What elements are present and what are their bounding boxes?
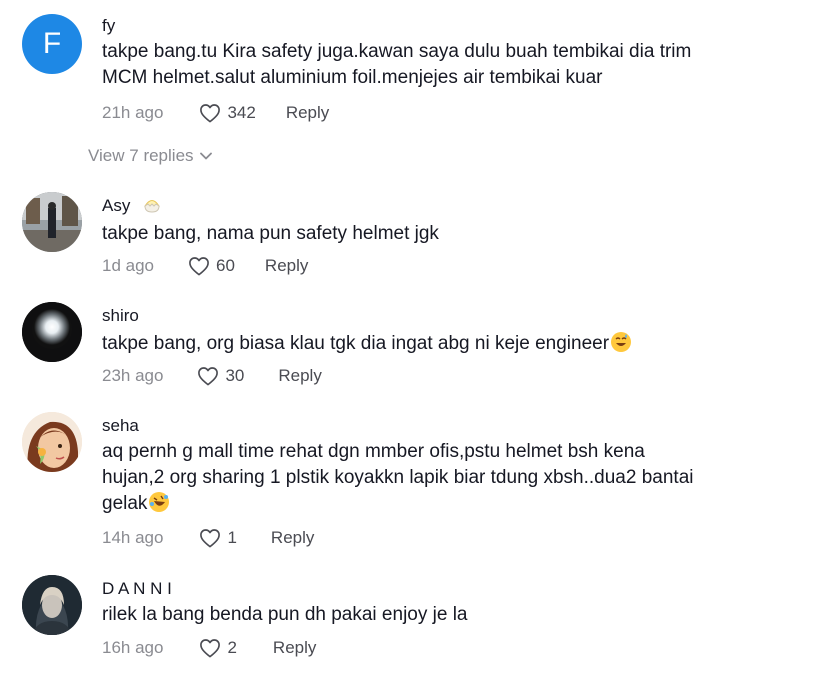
comment-item: seha aq pernh g mall time rehat dgn mmbe…	[0, 400, 822, 550]
comment-text-content: takpe bang, org biasa klau tgk dia ingat…	[102, 333, 610, 354]
avatar-portrait-icon	[22, 575, 82, 635]
comment-username[interactable]: fy	[102, 16, 115, 36]
reply-button[interactable]: Reply	[265, 256, 308, 276]
comment-text: takpe bang.tu Kira safety juga.kawan say…	[102, 41, 692, 88]
reply-button[interactable]: Reply	[278, 366, 321, 386]
rolling-laughing-emoji-icon	[149, 492, 170, 512]
like-count: 30	[225, 366, 245, 385]
comment-timestamp: 14h ago	[102, 528, 164, 547]
reply-button[interactable]: Reply	[271, 528, 314, 548]
like-button[interactable]: 60	[188, 256, 235, 276]
like-button[interactable]: 30	[197, 366, 244, 386]
heart-outline-icon	[200, 104, 221, 123]
comment-item: F fy takpe bang.tu Kira safety juga.kawa…	[0, 0, 822, 140]
comment-meta: 23h ago 30 Reply	[102, 364, 322, 388]
comment-item: D A N N I rilek la bang benda pun dh pak…	[0, 563, 822, 673]
reply-button[interactable]: Reply	[286, 103, 329, 123]
like-button[interactable]: 342	[199, 103, 256, 123]
avatar[interactable]	[22, 192, 82, 252]
sweat-smile-emoji-icon	[611, 332, 632, 352]
avatar[interactable]	[22, 302, 82, 362]
avatar-cartoon-icon	[22, 412, 82, 472]
comment-text: aq pernh g mall time rehat dgn mmber ofi…	[102, 439, 712, 517]
username-text: Asy	[102, 196, 131, 215]
like-button[interactable]: 2	[199, 638, 237, 658]
like-count: 2	[227, 638, 237, 657]
avatar[interactable]	[22, 575, 82, 635]
comment-text: takpe bang, org biasa klau tgk dia ingat…	[102, 331, 742, 357]
comment-meta: 1d ago 60 Reply	[102, 254, 308, 278]
heart-outline-icon	[200, 639, 221, 658]
comment-username[interactable]: seha	[102, 416, 139, 436]
comment-meta: 21h ago 342 Reply	[102, 101, 329, 125]
comment-meta: 16h ago 2 Reply	[102, 636, 316, 660]
avatar-photo-icon	[22, 192, 82, 252]
chevron-down-icon	[199, 152, 212, 160]
view-replies-label: View 7 replies	[88, 146, 194, 165]
reply-button[interactable]: Reply	[273, 638, 316, 658]
comment-username[interactable]: D A N N I	[102, 579, 172, 599]
comment-timestamp: 16h ago	[102, 638, 164, 657]
avatar[interactable]: F	[22, 14, 82, 74]
view-replies-button[interactable]: View 7 replies	[88, 146, 212, 166]
like-count: 342	[227, 103, 256, 122]
avatar-light-icon	[22, 302, 82, 362]
comment-meta: 14h ago 1 Reply	[102, 526, 314, 550]
avatar-letter: F	[42, 27, 62, 60]
comment-timestamp: 23h ago	[102, 366, 164, 385]
comment-text: takpe bang, nama pun safety helmet jgk	[102, 223, 439, 244]
comment-text-content: aq pernh g mall time rehat dgn mmber ofi…	[102, 441, 694, 514]
like-count: 60	[216, 256, 235, 275]
comment-timestamp: 21h ago	[102, 103, 164, 122]
like-button[interactable]: 1	[199, 528, 237, 548]
comment-item: Asy takpe bang, nama pun safety helmet j…	[0, 180, 822, 280]
comment-username[interactable]: Asy	[102, 196, 161, 216]
heart-outline-icon	[200, 529, 221, 548]
heart-outline-icon	[198, 367, 219, 386]
comment-username[interactable]: shiro	[102, 306, 139, 326]
avatar[interactable]	[22, 412, 82, 472]
hatching-chick-icon	[144, 200, 160, 213]
comment-text: rilek la bang benda pun dh pakai enjoy j…	[102, 604, 468, 625]
heart-outline-icon	[189, 257, 209, 276]
comment-timestamp: 1d ago	[102, 256, 154, 275]
like-count: 1	[227, 528, 237, 547]
comment-item: shiro takpe bang, org biasa klau tgk dia…	[0, 290, 822, 390]
